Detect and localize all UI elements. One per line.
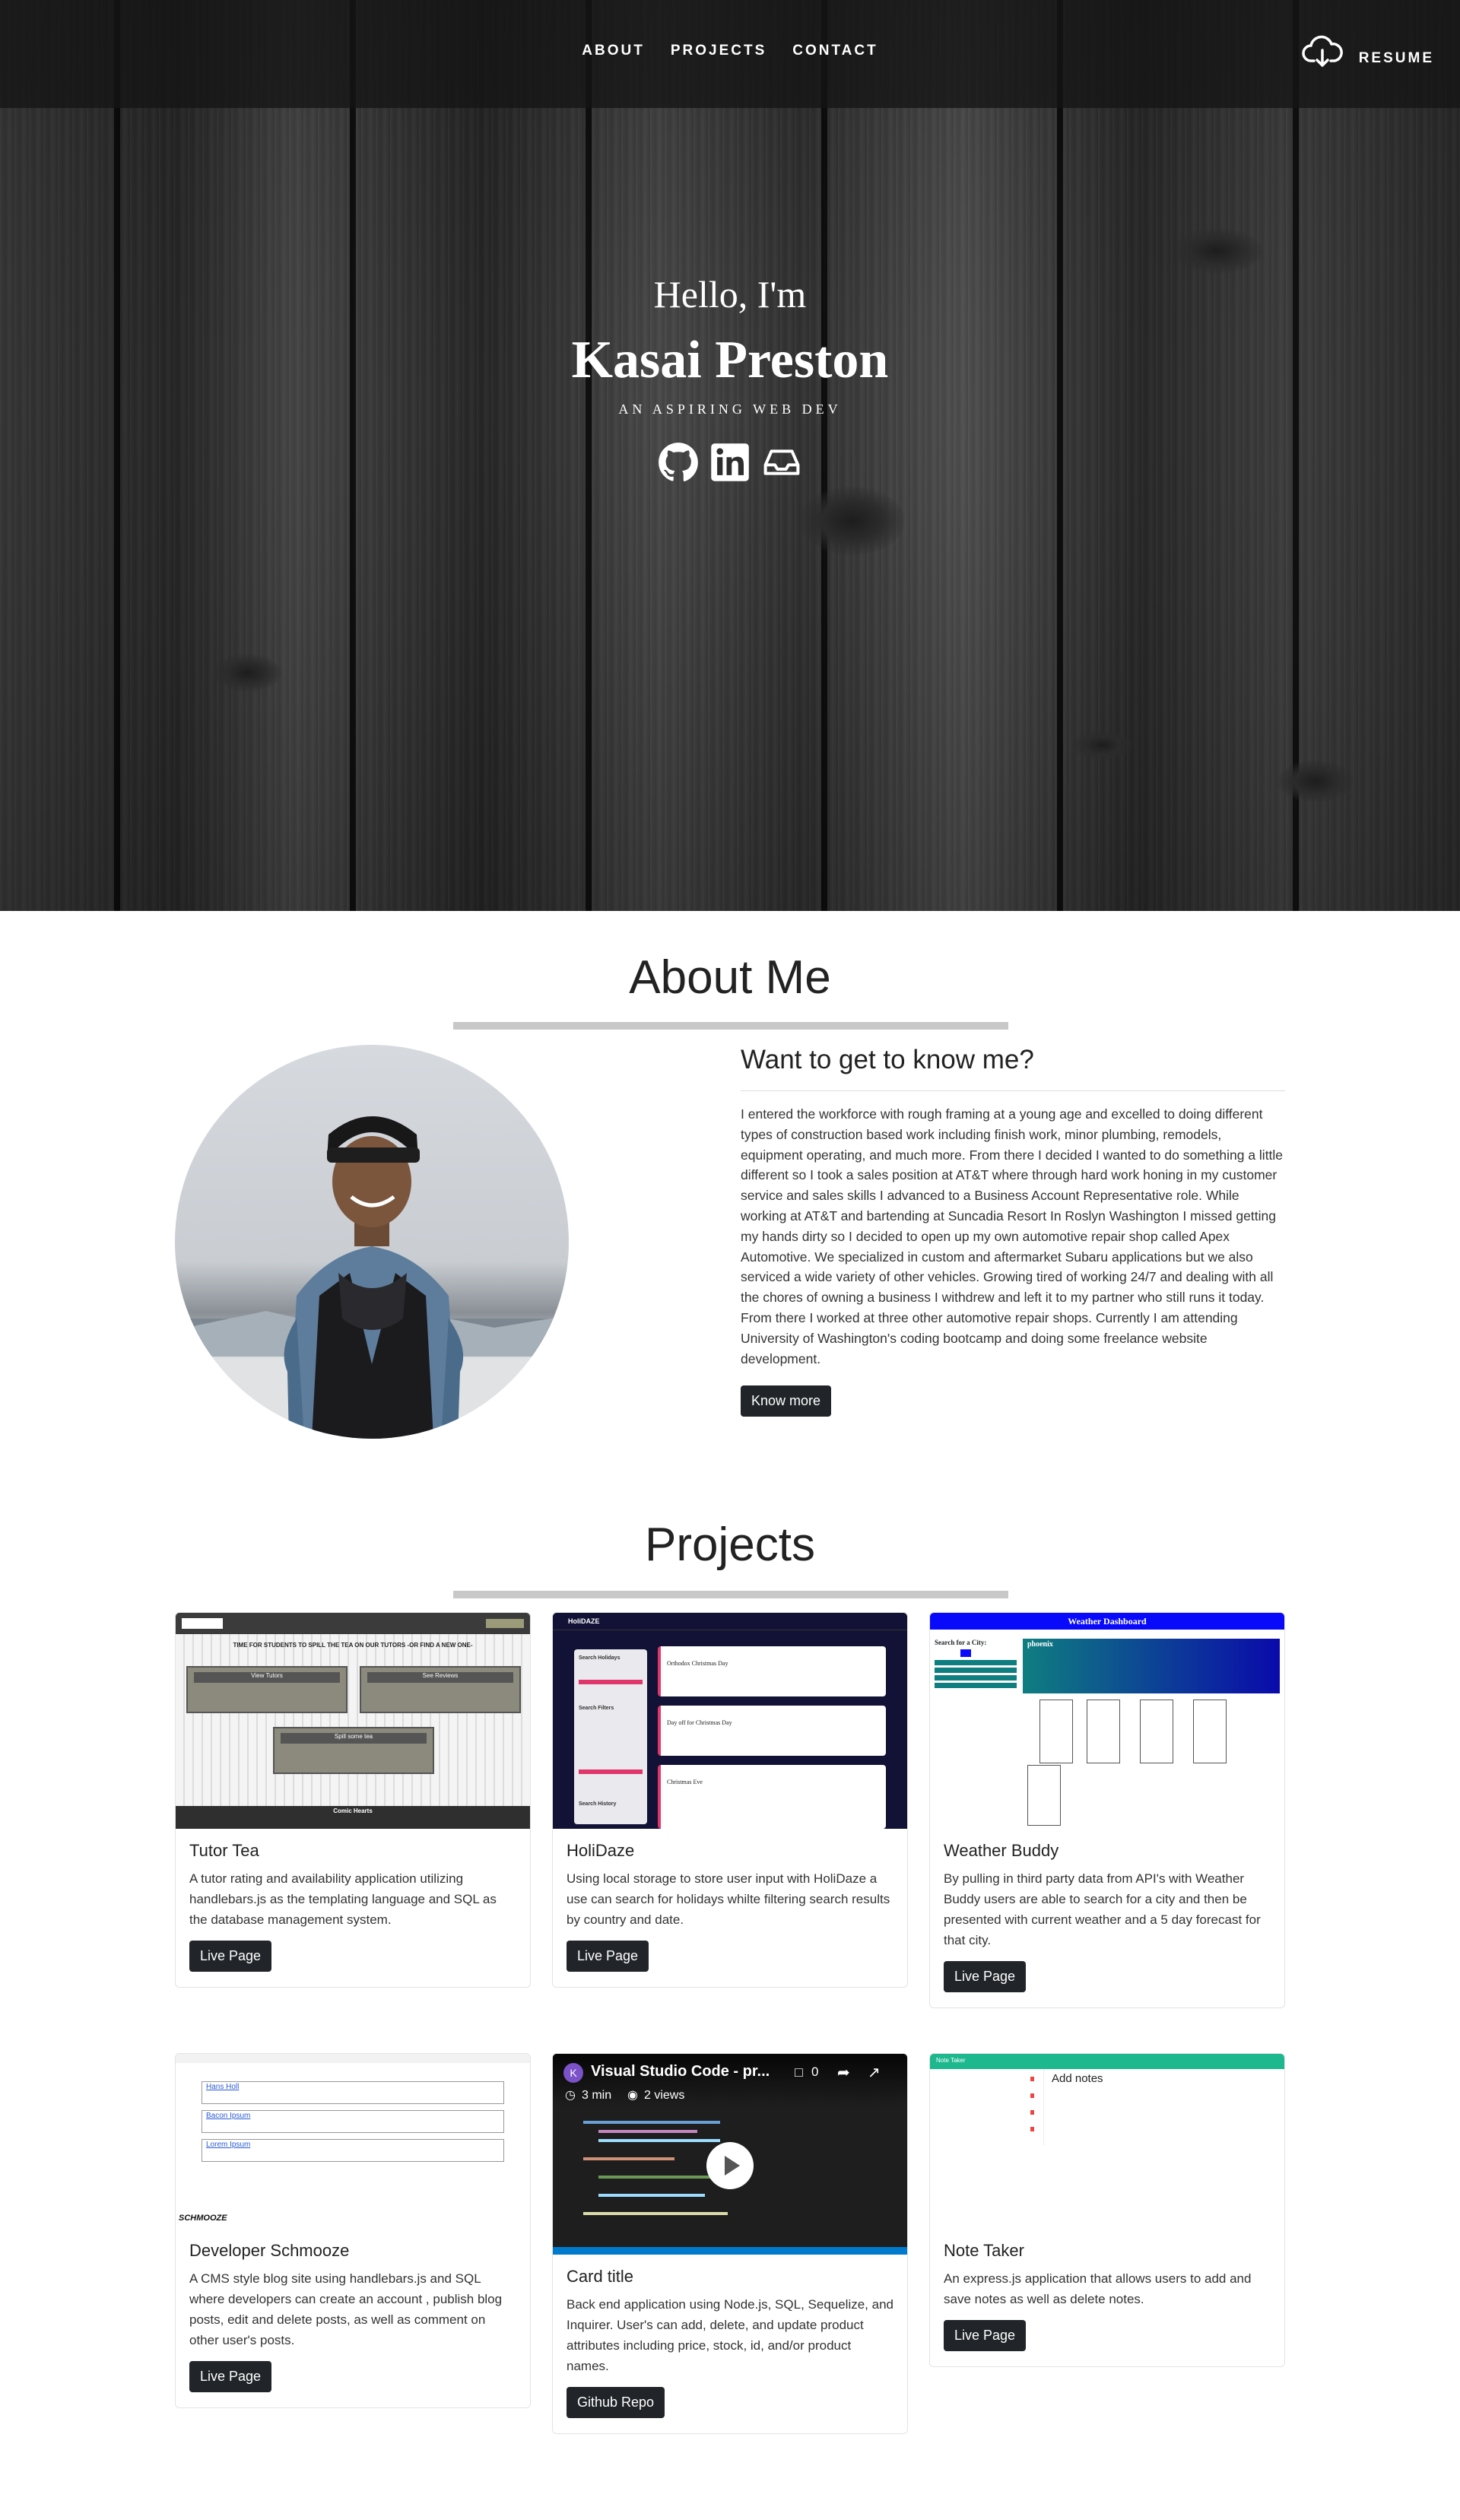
- about-body: I entered the workforce with rough frami…: [741, 1106, 1284, 1366]
- card-text: A tutor rating and availability applicat…: [189, 1871, 497, 1927]
- tutor-tea-screenshot[interactable]: TIME FOR STUDENTS TO SPILL THE TEA ON OU…: [176, 1613, 530, 1829]
- tutor-tea-footer: Comic Hearts: [333, 1807, 373, 1814]
- wood-knot: [798, 487, 905, 555]
- schmooze-brand: SCHMOOZE: [179, 2214, 227, 2223]
- project-card-note-taker: Note Taker Add notes Note Taker An expre…: [929, 2053, 1285, 2367]
- cloud-download-icon: [1301, 35, 1343, 67]
- nav-projects[interactable]: PROJECTS: [671, 43, 766, 59]
- wood-knot: [1278, 760, 1354, 802]
- tutor-tea-panel-reviews: See Reviews: [367, 1672, 513, 1683]
- holidaze-brand: HoliDAZE: [568, 1617, 600, 1625]
- clock-icon: ◷: [565, 2089, 576, 2102]
- project-card-holidaze: HoliDAZE Search Holidays Search Filters …: [552, 1612, 908, 1988]
- inbox-icon[interactable]: [760, 441, 803, 484]
- about-heading: Want to get to know me?: [741, 1045, 1034, 1074]
- wood-knot: [1171, 228, 1262, 274]
- eye-icon: ◉: [627, 2089, 638, 2102]
- tutor-tea-panel-view-tutors: View Tutors: [194, 1672, 340, 1683]
- projects-title-rule: [453, 1591, 1008, 1598]
- note-title-placeholder: Add notes: [1052, 2072, 1103, 2085]
- card-text: Using local storage to store user input …: [567, 1871, 890, 1927]
- nav-contact[interactable]: CONTACT: [792, 43, 878, 59]
- tutor-tea-heading: TIME FOR STUDENTS TO SPILL THE TEA ON OU…: [233, 1642, 473, 1649]
- nav-links: ABOUT PROJECTS CONTACT: [0, 43, 1460, 59]
- live-page-button[interactable]: Live Page: [567, 1941, 649, 1972]
- card-title: Note Taker: [944, 2241, 1024, 2260]
- linkedin-icon[interactable]: [709, 441, 751, 484]
- resume-download-link[interactable]: RESUME: [1301, 35, 1434, 70]
- schmooze-post-2: Bacon Ipsum: [206, 2112, 251, 2120]
- card-text: A CMS style blog site using handlebars.j…: [189, 2271, 503, 2347]
- project-card-weather-buddy: Weather Dashboard Search for a City: pho…: [929, 1612, 1285, 2008]
- comment-icon[interactable]: □: [795, 2065, 803, 2080]
- project-card-video: K Visual Studio Code - pr... □ 0 ➦ ↗ ◷ 3…: [552, 2053, 908, 2434]
- play-button-icon[interactable]: [706, 2142, 754, 2189]
- wood-knot: [213, 654, 281, 692]
- weather-header: Weather Dashboard: [930, 1613, 1284, 1630]
- weather-search-label: Search for a City:: [935, 1639, 987, 1646]
- card-text: An express.js application that allows us…: [944, 2271, 1252, 2306]
- project-card-tutor-tea: TIME FOR STUDENTS TO SPILL THE TEA ON OU…: [175, 1612, 531, 1988]
- live-page-button[interactable]: Live Page: [189, 2361, 272, 2392]
- nav-about[interactable]: ABOUT: [582, 43, 645, 59]
- holidaze-event-2: Day off for Christmas Day: [667, 1719, 732, 1726]
- video-views: 2 views: [644, 2089, 685, 2102]
- video-comment-count: 0: [811, 2065, 819, 2079]
- card-text: Back end application using Node.js, SQL,…: [567, 2297, 893, 2373]
- hero-name: Kasai Preston: [571, 331, 889, 389]
- holidaze-screenshot[interactable]: HoliDAZE Search Holidays Search Filters …: [553, 1613, 907, 1829]
- projects-title: Projects: [645, 1519, 815, 1571]
- live-page-button[interactable]: Live Page: [189, 1941, 272, 1972]
- about-title: About Me: [629, 951, 831, 1004]
- live-page-button[interactable]: Live Page: [944, 1961, 1027, 1992]
- holidaze-filter-1: Search Holidays: [579, 1655, 620, 1661]
- card-title: Weather Buddy: [944, 1841, 1059, 1860]
- know-more-button[interactable]: Know more: [741, 1385, 832, 1417]
- video-duration: 3 min: [582, 2089, 612, 2102]
- about-title-rule: [453, 1022, 1008, 1030]
- video-title: Visual Studio Code - pr...: [591, 2063, 770, 2080]
- video-avatar: K: [563, 2063, 583, 2083]
- weather-city: phoenix: [1027, 1640, 1053, 1649]
- about-heading-rule: [741, 1090, 1285, 1091]
- share-icon[interactable]: ➦: [837, 2063, 850, 2082]
- holidaze-event-1: Orthodox Christmas Day: [667, 1660, 728, 1667]
- schmooze-post-1: Hans Holl: [206, 2083, 240, 2091]
- hero-section: Hello, I'm Kasai Preston AN ASPIRING WEB…: [0, 0, 1460, 911]
- holidaze-event-3: Christmas Eve: [667, 1779, 703, 1785]
- live-page-button[interactable]: Live Page: [944, 2320, 1027, 2351]
- schmooze-post-3: Lorem Ipsum: [206, 2141, 251, 2149]
- card-title: Developer Schmooze: [189, 2241, 350, 2260]
- holidaze-filter-2: Search Filters: [579, 1706, 614, 1711]
- project-card-developer-schmooze: Hans Holl Bacon Ipsum Lorem Ipsum SCHMOO…: [175, 2053, 531, 2408]
- github-repo-button[interactable]: Github Repo: [567, 2387, 665, 2418]
- card-text: By pulling in third party data from API'…: [944, 1871, 1261, 1947]
- social-links: [0, 441, 1460, 484]
- holidaze-filter-3: Search History: [579, 1801, 617, 1807]
- top-navbar: ABOUT PROJECTS CONTACT RESUME: [0, 0, 1460, 108]
- hero-tagline: AN ASPIRING WEB DEV: [618, 401, 842, 417]
- video-thumbnail[interactable]: K Visual Studio Code - pr... □ 0 ➦ ↗ ◷ 3…: [553, 2054, 907, 2255]
- profile-photo: [175, 1045, 569, 1439]
- card-title: Tutor Tea: [189, 1841, 259, 1860]
- wood-knot: [1072, 730, 1133, 760]
- weather-buddy-screenshot[interactable]: Weather Dashboard Search for a City: pho…: [930, 1613, 1284, 1829]
- note-taker-screenshot[interactable]: Note Taker Add notes: [930, 2054, 1284, 2229]
- hero-greeting: Hello, I'm: [653, 273, 807, 316]
- tutor-tea-panel-spill: Spill some tea: [281, 1733, 427, 1744]
- resume-label: RESUME: [1358, 50, 1434, 66]
- card-title: Card title: [567, 2267, 634, 2286]
- github-icon[interactable]: [657, 441, 700, 484]
- card-title: HoliDaze: [567, 1841, 635, 1860]
- note-taker-header: Note Taker: [936, 2057, 966, 2064]
- external-link-icon[interactable]: ↗: [868, 2063, 881, 2082]
- schmooze-screenshot[interactable]: Hans Holl Bacon Ipsum Lorem Ipsum SCHMOO…: [176, 2054, 530, 2229]
